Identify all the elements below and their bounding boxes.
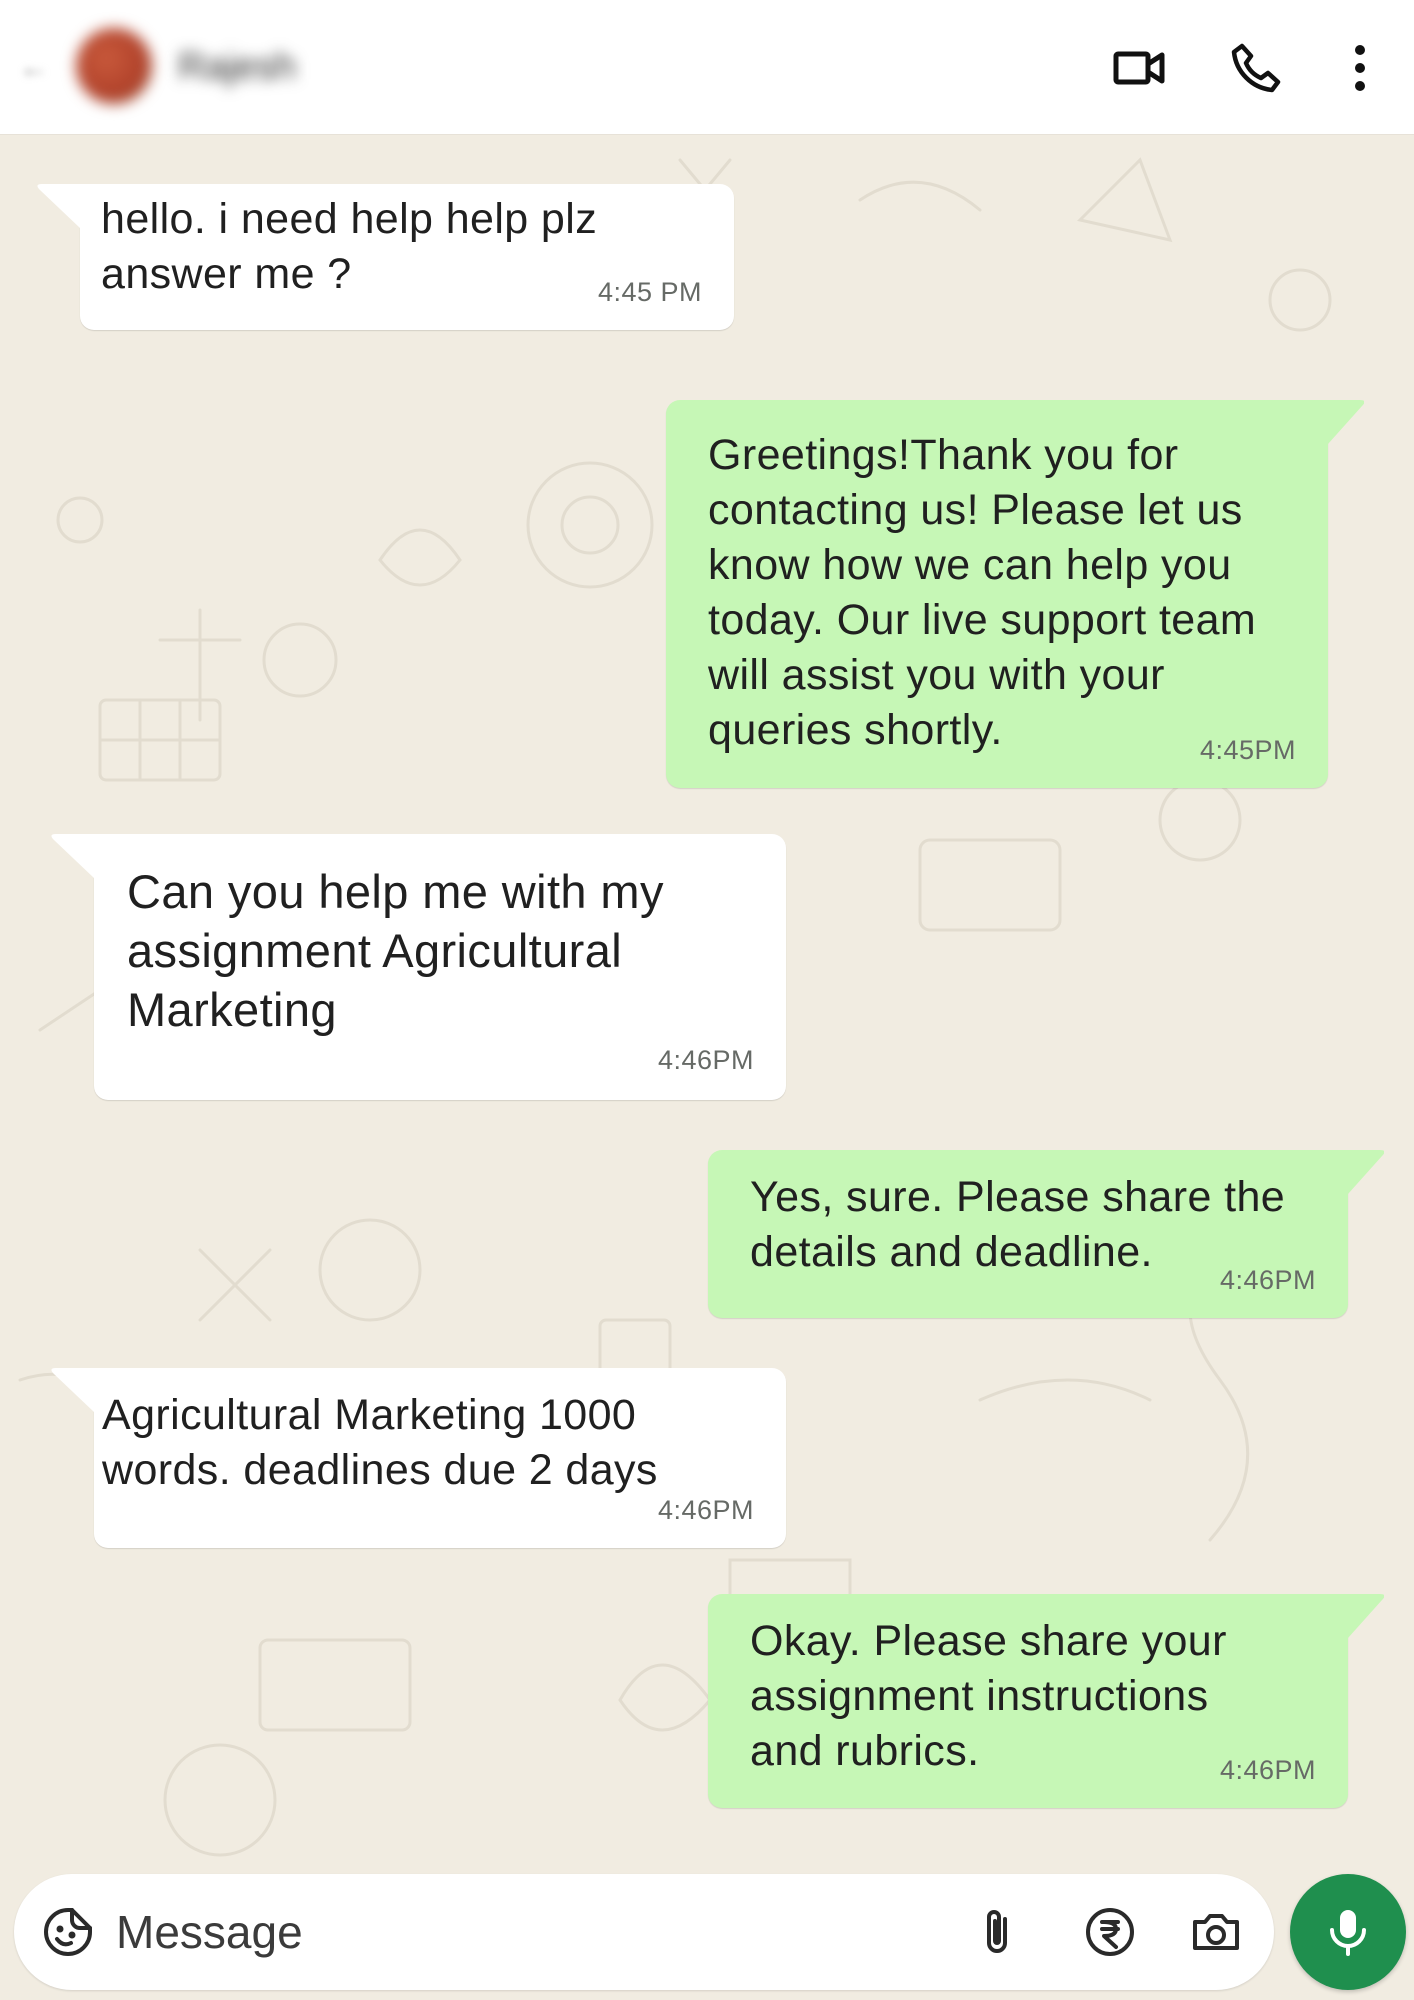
emoji-sticker-icon[interactable] — [38, 1902, 98, 1962]
message-bubble-incoming[interactable]: hello. i need help help plz answer me ? … — [37, 184, 734, 330]
message-input[interactable] — [116, 1900, 876, 1964]
message-bubble-incoming[interactable]: Can you help me with my assignment Agric… — [51, 834, 786, 1100]
bubble-tail — [1348, 1150, 1384, 1194]
attach-icon[interactable] — [968, 1902, 1028, 1962]
contact-name[interactable]: Rajesh — [178, 46, 296, 89]
bubble-tail — [1328, 400, 1364, 444]
video-call-icon[interactable] — [1110, 38, 1170, 98]
more-options-icon[interactable] — [1330, 38, 1390, 98]
payment-rupee-icon[interactable] — [1080, 1902, 1140, 1962]
message-timestamp: 4:45PM — [1199, 735, 1296, 765]
back-arrow-icon[interactable]: ← — [18, 52, 50, 84]
mic-button[interactable] — [1290, 1874, 1406, 1990]
message-composer — [14, 1874, 1274, 1990]
camera-icon[interactable] — [1186, 1902, 1246, 1962]
bubble-tail — [51, 834, 94, 878]
voice-call-icon[interactable] — [1226, 38, 1286, 98]
message-text: Can you help me with my assignment Agric… — [127, 865, 664, 1036]
message-bubble-outgoing[interactable]: Greetings!Thank you for contacting us! P… — [666, 400, 1364, 788]
message-bubble-incoming[interactable]: Agricultural Marketing 1000 words. deadl… — [51, 1368, 786, 1548]
bubble-tail — [51, 1368, 94, 1412]
bubble-tail — [1348, 1594, 1384, 1638]
message-timestamp: 4:46PM — [657, 1495, 754, 1525]
avatar[interactable] — [76, 28, 152, 104]
message-text: Agricultural Marketing 1000 words. deadl… — [102, 1391, 658, 1494]
message-timestamp: 4:46PM — [1219, 1265, 1316, 1295]
message-timestamp: 4:45 PM — [597, 277, 702, 307]
mic-icon — [1330, 1910, 1366, 1956]
message-timestamp: 4:46PM — [1219, 1755, 1316, 1785]
message-bubble-outgoing[interactable]: Yes, sure. Please share the details and … — [708, 1150, 1384, 1318]
contact-info[interactable]: ← Rajesh — [0, 0, 380, 134]
message-bubble-outgoing[interactable]: Okay. Please share your assignment instr… — [708, 1594, 1384, 1808]
message-timestamp: 4:46PM — [657, 1045, 754, 1075]
chat-header: ← Rajesh — [0, 0, 1414, 135]
bubble-tail — [37, 184, 80, 228]
message-text: Greetings!Thank you for contacting us! P… — [708, 431, 1257, 754]
